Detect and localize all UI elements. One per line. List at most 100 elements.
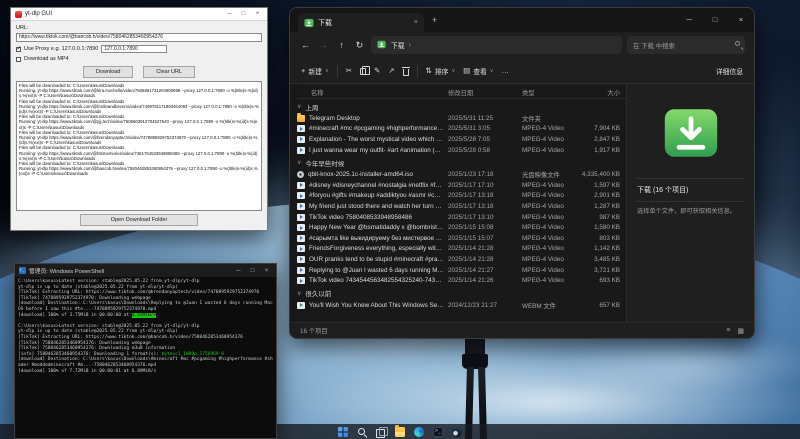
minimize-icon[interactable] [676, 8, 702, 30]
taskbar-taskview-icon[interactable] [376, 427, 386, 437]
maximize-icon[interactable] [238, 11, 249, 17]
explorer-titlebar[interactable]: 下载 [290, 8, 754, 32]
refresh-button[interactable] [353, 40, 366, 51]
maximize-icon[interactable] [247, 268, 258, 274]
file-row[interactable]: Telegram Desktop2025/5/31 11:25文件夹 [297, 113, 626, 124]
taskbar-edge-icon[interactable] [414, 427, 424, 437]
tab-close-icon[interactable] [414, 19, 418, 26]
log-line: Running: yt-dlp https://www.tiktok.com/@… [19, 151, 259, 161]
file-row[interactable]: My friend just stood there and watch her… [297, 201, 626, 212]
open-download-folder-button[interactable]: Open Download Folder [80, 214, 199, 226]
ytdlp-body: URL: https://www.tiktok.com/@bancob.h/vi… [11, 21, 267, 230]
file-row[interactable]: I just wanna wear my outfit- #art #anima… [297, 145, 626, 156]
share-icon[interactable] [388, 66, 394, 75]
file-row[interactable]: You'll Wish You Knew About This Windows … [297, 300, 626, 311]
terminal-output[interactable]: C:\Users\kasus>Latest version: stable@20… [15, 277, 276, 438]
file-row[interactable]: #minecraft #mc #pcgaming #highperformanc… [297, 124, 626, 135]
column-size[interactable]: 大小 [580, 88, 626, 97]
log-line: Running: yt-dlp https://www.tiktok.com/@… [19, 88, 259, 98]
taskbar-steam-icon[interactable] [452, 427, 462, 437]
powershell-titlebar[interactable]: 管理员: Windows PowerShell [15, 264, 276, 277]
close-icon[interactable] [261, 268, 272, 274]
sort-button[interactable]: 排序 [426, 66, 456, 76]
clear-url-button[interactable]: Clear URL [143, 66, 195, 78]
video-icon [297, 235, 305, 242]
taskbar-explorer-icon[interactable] [395, 427, 405, 437]
file-date: 2025/1/17 13:18 [448, 203, 522, 210]
explorer-tab-downloads[interactable]: 下载 [298, 13, 424, 32]
column-date-modified[interactable]: 修改日期 [448, 88, 522, 97]
new-button[interactable]: 新建 [301, 66, 329, 76]
file-row[interactable]: TikTok video 75804085339489584862025/1/1… [297, 212, 626, 223]
file-size: 2,847 KB [580, 136, 626, 143]
file-row[interactable]: Explanation - The worst mystical video w… [297, 134, 626, 145]
ytdlp-app-icon [15, 11, 22, 18]
url-input[interactable]: https://www.tiktok.com/@bancob.h/video/7… [16, 33, 262, 42]
file-row[interactable]: OUR pranks tend to be stupid #minecraft … [297, 254, 626, 265]
taskbar-search-icon[interactable] [357, 427, 367, 437]
column-name[interactable]: 名称 [297, 88, 448, 97]
ytdlp-gui-window: yt-dlp GUI URL: https://www.tiktok.com/@… [10, 7, 268, 231]
forward-button[interactable] [317, 40, 330, 50]
close-icon[interactable] [728, 8, 754, 30]
file-name: Happy New Year @bsmatidaddy x @bombristi… [309, 224, 448, 231]
file-row[interactable]: FriendsForgiveness everything, especiall… [297, 244, 626, 255]
search-placeholder: 在 下载 中搜索 [633, 41, 675, 50]
file-type: MPEG-4 Video [522, 192, 580, 199]
chevron-down-icon [451, 68, 455, 74]
taskbar-terminal-icon[interactable] [433, 427, 443, 437]
file-type: 光盘映像文件 [522, 170, 580, 179]
use-proxy-checkbox[interactable] [16, 47, 21, 52]
download-log[interactable]: Files will be downloaded to: C:\Users\ka… [16, 81, 262, 211]
rename-icon[interactable] [374, 66, 380, 75]
terminal-line: [download] 100% of 7.72MiB in 00:00:01 a… [18, 369, 273, 375]
taskbar-start-icon[interactable] [338, 427, 348, 437]
file-name: #foryou #gifts #makeup #addiktyou #asmr … [309, 192, 448, 199]
breadcrumb[interactable]: 下载 [371, 36, 622, 54]
breadcrumb-crumb[interactable]: 下载 [391, 40, 405, 50]
close-icon[interactable] [252, 11, 263, 17]
column-headers: 名称 修改日期 类型 大小 [297, 86, 626, 99]
group-header[interactable]: 上周 [297, 100, 626, 113]
details-view-icon[interactable] [726, 327, 730, 335]
video-icon [297, 267, 305, 274]
file-date: 2025/1/23 17:18 [448, 171, 522, 178]
minimize-icon[interactable] [224, 11, 235, 17]
up-button[interactable] [335, 40, 348, 50]
download-button[interactable]: Download [83, 66, 133, 78]
file-row[interactable]: qbit-knox-2025.1c-installer-amd64.iso202… [297, 169, 626, 180]
ytdlp-window-title: yt-dlp GUI [25, 11, 221, 17]
group-header[interactable]: 今年早些时候 [297, 156, 626, 169]
back-button[interactable] [299, 40, 312, 50]
window-controls [676, 8, 754, 30]
cut-icon[interactable] [346, 66, 352, 75]
video-icon [297, 182, 305, 189]
large-icons-view-icon[interactable] [737, 327, 744, 335]
minimize-icon[interactable] [233, 268, 244, 274]
file-row[interactable]: #foryou #gifts #makeup #addiktyou #asmr … [297, 191, 626, 202]
explorer-main: 名称 修改日期 类型 大小 上周Telegram Desktop2025/5/3… [290, 84, 754, 322]
ytdlp-titlebar[interactable]: yt-dlp GUI [11, 8, 267, 21]
view-button[interactable]: 查看 [463, 66, 493, 76]
proxy-input[interactable]: 127.0.0.1:7890 [101, 45, 167, 53]
maximize-icon[interactable] [702, 8, 728, 30]
file-name: I just wanna wear my outfit- #art #anima… [309, 147, 448, 154]
copy-icon[interactable] [360, 68, 366, 75]
file-row[interactable]: Replying to @Juan I wasted 6 days runnin… [297, 265, 626, 276]
download-mp4-label: Download as MP4 [24, 56, 69, 62]
file-row[interactable]: Happy New Year @bsmatidaddy x @bombristi… [297, 222, 626, 233]
details-toggle-button[interactable]: 详细信息 [716, 66, 743, 76]
search-input[interactable]: 在 下载 中搜索 [627, 36, 745, 54]
new-tab-button[interactable] [432, 15, 437, 25]
delete-icon[interactable] [403, 69, 409, 76]
file-row[interactable]: TikTok video 7434544563482554325240-7434… [297, 275, 626, 286]
download-mp4-checkbox[interactable] [16, 57, 21, 62]
use-proxy-label: Use Proxy e.g. 127.0.0.1:7890 [24, 46, 98, 52]
column-type[interactable]: 类型 [522, 88, 580, 97]
file-size: 1,597 KB [580, 182, 626, 189]
group-header[interactable]: 很久以前 [297, 287, 626, 300]
file-row[interactable]: #disney #disneychannel #nostalgia #netfl… [297, 180, 626, 191]
more-options-icon[interactable] [501, 66, 509, 75]
video-icon [297, 125, 305, 132]
file-row[interactable]: #сарымта like выкидируему без мистервое … [297, 233, 626, 244]
